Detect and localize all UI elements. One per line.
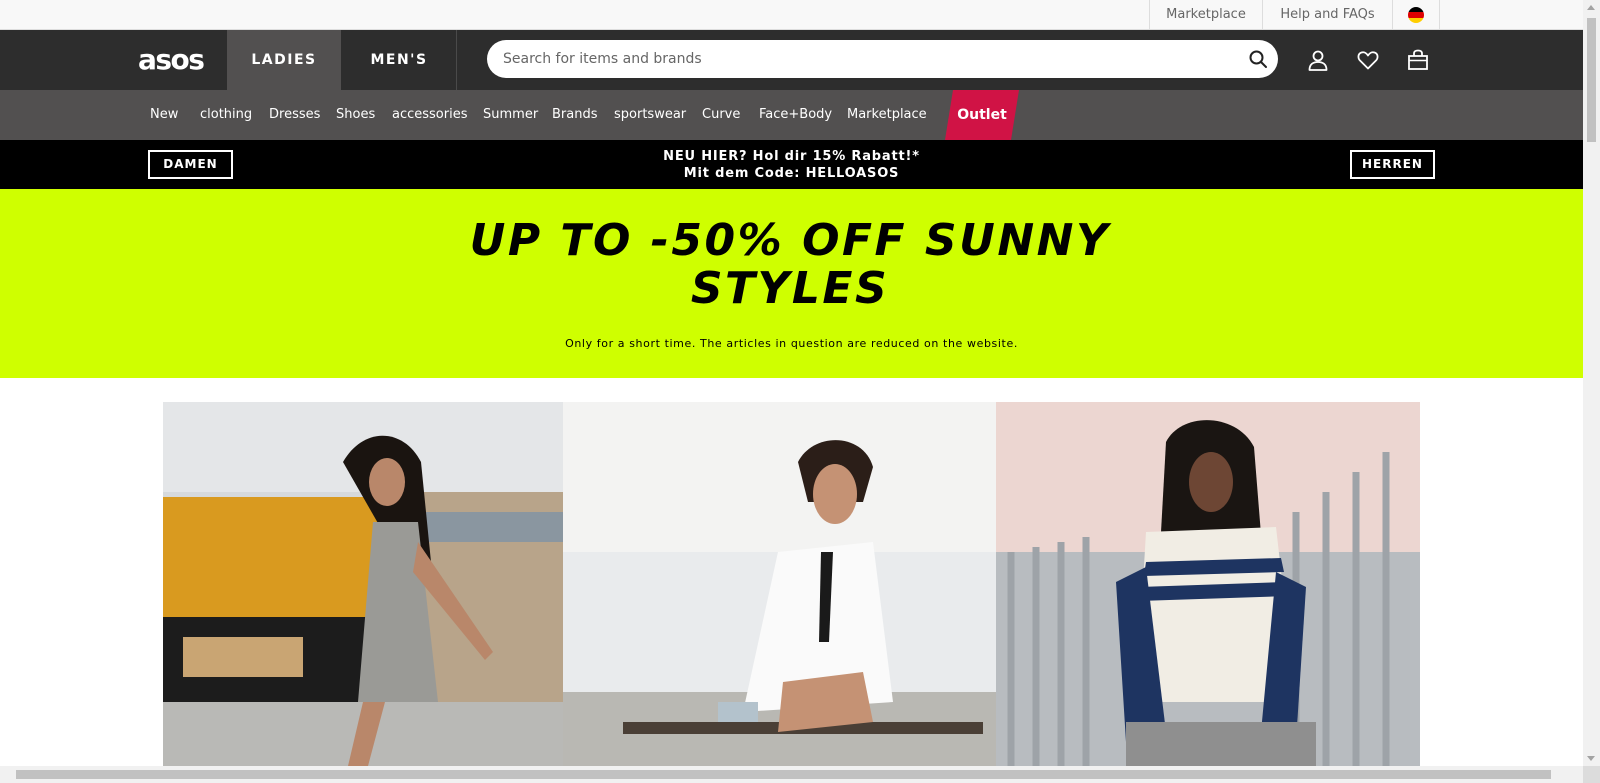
vertical-scrollbar[interactable] xyxy=(1583,0,1600,766)
image-tile-white-shirt[interactable] xyxy=(563,402,996,766)
main-header: asos LADIES MEN'S xyxy=(0,30,1583,90)
header-divider xyxy=(456,30,457,90)
account-icon[interactable] xyxy=(1306,48,1330,72)
nav-item-accessories[interactable]: accessories xyxy=(392,90,468,140)
utility-link-help[interactable]: Help and FAQs xyxy=(1262,0,1392,30)
banner-headline-line-1: UP TO -50% OFF SUNNY xyxy=(469,215,1111,266)
tab-ladies[interactable]: LADIES xyxy=(227,30,341,90)
page: Marketplace Help and FAQs asos LADIES ME… xyxy=(0,0,1600,783)
utility-link-marketplace[interactable]: Marketplace xyxy=(1149,0,1262,30)
nav-item-face-body[interactable]: Face+Body xyxy=(759,90,832,140)
sale-banner[interactable]: UP TO -50% OFF SUNNY STYLES Only for a s… xyxy=(0,189,1583,378)
banner-headline-line-2: STYLES xyxy=(690,263,890,314)
promo-line-1: NEU HIER? Hol dir 15% Rabatt!* xyxy=(663,149,920,164)
scroll-down-arrow-icon[interactable] xyxy=(1587,756,1595,761)
nav-item-brands[interactable]: Brands xyxy=(552,90,598,140)
image-tile-striped-knit[interactable] xyxy=(996,402,1420,766)
model-white-shirt-image xyxy=(563,402,996,766)
scroll-up-arrow-icon[interactable] xyxy=(1587,5,1595,10)
promo-line-2: Mit dem Code: HELLOASOS xyxy=(683,166,900,181)
heart-icon[interactable] xyxy=(1356,48,1380,72)
search-bar xyxy=(487,40,1278,78)
nav-item-dresses[interactable]: Dresses xyxy=(269,90,320,140)
vertical-scroll-thumb[interactable] xyxy=(1587,18,1596,142)
model-striped-knit-image xyxy=(996,402,1420,766)
nav-item-outlet[interactable]: Outlet xyxy=(945,90,1019,140)
search-icon[interactable] xyxy=(1248,49,1268,69)
germany-flag-icon xyxy=(1408,7,1424,23)
horizontal-scrollbar[interactable] xyxy=(0,766,1583,783)
nav-item-clothing[interactable]: clothing xyxy=(200,90,252,140)
banner-headline: UP TO -50% OFF SUNNY STYLES xyxy=(440,217,1140,313)
promo-strip: DAMEN NEU HIER? Hol dir 15% Rabatt!* Mit… xyxy=(0,140,1583,189)
model-plaid-dress-image xyxy=(163,402,563,766)
scrollbar-corner xyxy=(1583,766,1600,783)
asos-logo[interactable]: asos xyxy=(138,40,205,80)
nav-item-shoes[interactable]: Shoes xyxy=(336,90,375,140)
utility-bar: Marketplace Help and FAQs xyxy=(0,0,1583,30)
tab-mens[interactable]: MEN'S xyxy=(342,30,456,90)
nav-item-new[interactable]: New xyxy=(150,90,178,140)
country-selector[interactable] xyxy=(1392,0,1440,30)
search-input[interactable] xyxy=(503,40,1223,78)
category-nav: New clothing Dresses Shoes accessories S… xyxy=(0,90,1583,140)
bag-icon[interactable] xyxy=(1406,48,1430,72)
nav-item-sportswear[interactable]: sportswear xyxy=(614,90,686,140)
nav-item-marketplace[interactable]: Marketplace xyxy=(847,90,927,140)
horizontal-scroll-thumb[interactable] xyxy=(16,770,1551,779)
nav-item-curve[interactable]: Curve xyxy=(702,90,740,140)
nav-item-summer[interactable]: Summer xyxy=(483,90,538,140)
image-tile-plaid-dress[interactable] xyxy=(163,402,563,766)
banner-subtext: Only for a short time. The articles in q… xyxy=(565,337,1018,350)
herren-button[interactable]: HERREN xyxy=(1350,150,1435,179)
